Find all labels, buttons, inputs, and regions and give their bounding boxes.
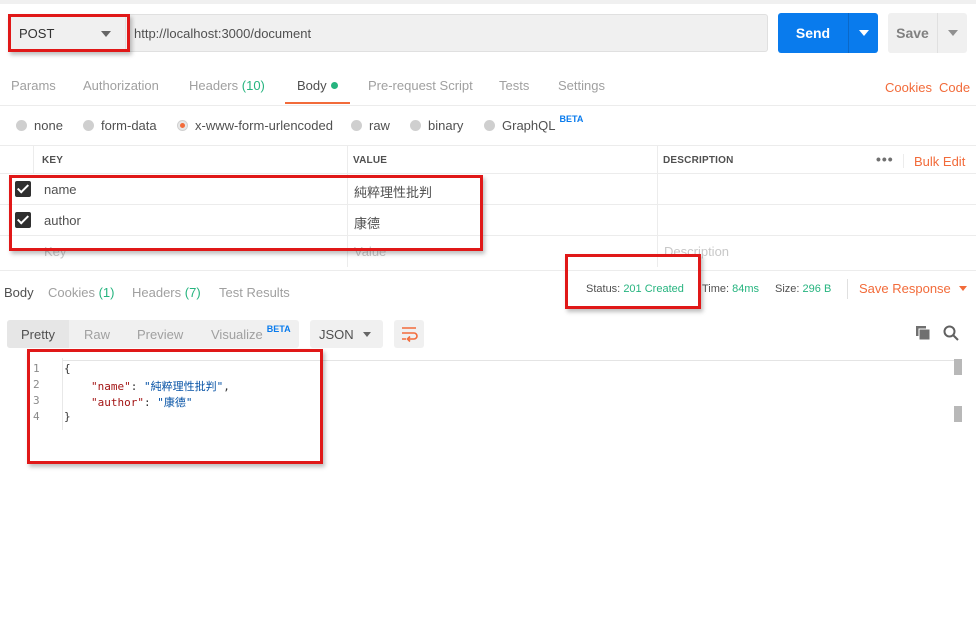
radio-label: raw	[369, 118, 390, 133]
annotation-box-params	[9, 175, 483, 251]
tab-authorization[interactable]: Authorization	[83, 78, 159, 93]
copy-icon[interactable]	[915, 325, 931, 341]
url-text: http://localhost:3000/document	[134, 25, 312, 41]
annotation-box-method	[8, 14, 130, 52]
time-value: 84ms	[732, 283, 760, 295]
time-readout: Time: 84ms	[702, 283, 759, 295]
tab-label: Params	[11, 78, 56, 93]
tab-label: Tests	[499, 78, 530, 93]
view-raw[interactable]: Raw	[84, 327, 110, 342]
view-mode-tabs: Pretty Raw Preview Visualize BETA	[7, 320, 299, 348]
tab-label: Headers	[132, 285, 182, 300]
tab-label: Headers	[189, 78, 239, 93]
save-response-button[interactable]: Save Response	[859, 281, 967, 296]
wrap-icon	[402, 327, 418, 343]
response-tab-cookies[interactable]: Cookies (1)	[48, 285, 114, 300]
save-response-label: Save Response	[859, 281, 951, 296]
view-visualize[interactable]: Visualize BETA	[211, 324, 291, 342]
active-dot-icon	[330, 82, 338, 89]
tab-label: Settings	[558, 78, 605, 93]
column-header-value: VALUE	[353, 155, 388, 166]
response-tab-body[interactable]: Body	[4, 285, 34, 300]
tab-label: Body	[297, 78, 327, 93]
chevron-down-icon	[958, 286, 967, 291]
body-type-selector: none form-data x-www-form-urlencoded raw…	[0, 112, 976, 140]
tab-pre-request-script[interactable]: Pre-request Script	[368, 78, 473, 93]
radio-label: binary	[428, 118, 464, 133]
radio-binary[interactable]: binary	[410, 118, 463, 133]
annotation-box-response	[27, 349, 323, 464]
tab-tests[interactable]: Tests	[499, 78, 529, 93]
chevron-down-icon	[859, 30, 869, 36]
view-label: Visualize	[211, 327, 263, 342]
radio-raw[interactable]: raw	[351, 118, 390, 133]
code-link[interactable]: Code	[939, 80, 970, 95]
table-header: KEY VALUE DESCRIPTION ••• Bulk Edit	[0, 145, 976, 174]
radio-none[interactable]: none	[16, 118, 63, 133]
radio-label: form-data	[101, 118, 157, 133]
tab-label: Authorization	[83, 78, 159, 93]
divider	[847, 279, 848, 299]
send-options-button[interactable]	[848, 13, 878, 53]
save-button[interactable]: Save	[888, 13, 937, 53]
column-header-description: DESCRIPTION	[663, 155, 734, 166]
scrollbar-marker[interactable]	[954, 359, 962, 375]
radio-circle-icon	[351, 120, 362, 131]
chevron-down-icon	[948, 30, 958, 36]
radio-circle-icon	[83, 120, 94, 131]
radio-circle-icon	[16, 120, 27, 131]
tab-count: (10)	[241, 78, 265, 93]
annotation-box-status	[565, 254, 701, 309]
view-preview[interactable]: Preview	[137, 327, 183, 342]
column-divider	[657, 145, 658, 267]
tab-label: Test Results	[219, 285, 290, 300]
scrollbar-marker[interactable]	[954, 406, 962, 422]
radio-circle-icon	[410, 120, 421, 131]
radio-graphql[interactable]: GraphQL BETA	[484, 114, 583, 133]
tab-params[interactable]: Params	[11, 78, 56, 93]
size-readout: Size: 296 B	[775, 283, 831, 295]
column-header-key: KEY	[42, 155, 64, 166]
radio-selected-icon	[177, 120, 188, 131]
wrap-lines-button[interactable]	[394, 320, 424, 348]
radio-label: none	[34, 118, 63, 133]
chevron-down-icon	[363, 332, 371, 337]
divider	[903, 154, 904, 168]
radio-circle-icon	[484, 120, 495, 131]
more-options-icon[interactable]: •••	[876, 151, 894, 167]
tab-label: Body	[4, 285, 34, 300]
top-divider	[0, 0, 976, 4]
tab-label: Pre-request Script	[368, 78, 473, 93]
size-value: 296 B	[802, 283, 832, 295]
format-label: JSON	[319, 327, 354, 342]
beta-badge: BETA	[559, 113, 584, 124]
response-tab-test-results[interactable]: Test Results	[219, 285, 290, 300]
response-tab-headers[interactable]: Headers (7)	[132, 285, 201, 300]
time-label: Time:	[702, 283, 730, 295]
size-label: Size:	[775, 283, 800, 295]
tab-count: (1)	[98, 285, 115, 300]
send-button[interactable]: Send	[778, 13, 848, 53]
column-divider	[33, 145, 34, 174]
tab-headers[interactable]: Headers (10)	[189, 78, 265, 93]
tab-body[interactable]: Body	[285, 78, 350, 104]
url-input[interactable]: http://localhost:3000/document	[126, 14, 768, 52]
response-tabs: Body Cookies (1) Headers (7) Test Result…	[0, 270, 976, 310]
radio-form-data[interactable]: form-data	[83, 118, 157, 133]
radio-label: x-www-form-urlencoded	[195, 118, 333, 133]
format-select[interactable]: JSON	[310, 320, 383, 348]
cookies-link[interactable]: Cookies	[885, 80, 932, 95]
search-icon[interactable]	[942, 324, 960, 342]
tab-label: Cookies	[48, 285, 95, 300]
tab-count: (7)	[184, 285, 201, 300]
radio-label: GraphQL	[502, 118, 556, 133]
beta-badge: BETA	[266, 324, 291, 334]
save-options-button[interactable]	[937, 13, 967, 53]
request-tabs: Params Authorization Headers (10) Body P…	[0, 64, 976, 106]
bulk-edit-link[interactable]: Bulk Edit	[914, 154, 965, 169]
active-tab-indicator	[285, 102, 350, 104]
radio-x-www-form-urlencoded[interactable]: x-www-form-urlencoded	[177, 118, 333, 133]
tab-settings[interactable]: Settings	[558, 78, 605, 93]
view-pretty[interactable]: Pretty	[21, 327, 55, 342]
